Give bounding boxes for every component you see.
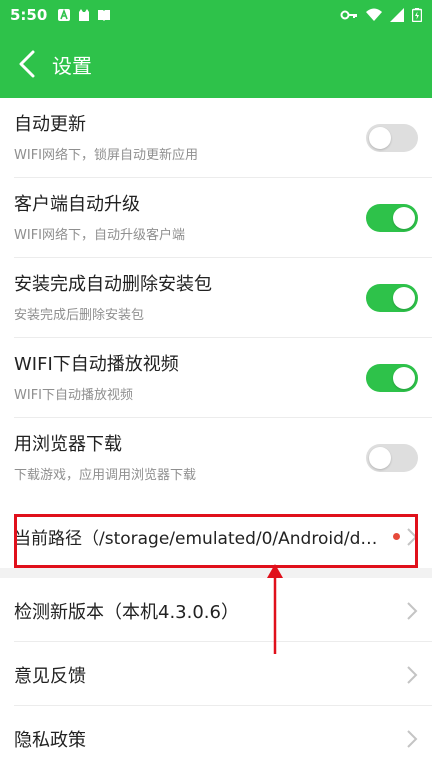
highlight-box — [14, 514, 418, 568]
notification-icons — [57, 8, 111, 22]
key-icon — [340, 10, 357, 20]
app-bar: 设置 — [0, 30, 432, 98]
setting-title: 安装完成自动删除安装包 — [14, 274, 212, 295]
annotation-arrow-icon — [267, 564, 283, 654]
setting-wifi-autoplay-video[interactable]: WIFI下自动播放视频 WIFI下自动播放视频 — [14, 338, 432, 418]
setting-subtitle: 安装完成后删除安装包 — [14, 308, 145, 323]
toggle-knob — [393, 207, 415, 229]
privacy-policy-label: 隐私政策 — [14, 730, 86, 751]
section-divider — [0, 568, 432, 578]
toggle-knob — [369, 127, 391, 149]
settings-toggle-list: 自动更新 WIFI网络下，锁屏自动更新应用 客户端自动升级 WIFI网络下，自动… — [0, 98, 432, 568]
wifi-icon — [366, 8, 382, 21]
toggle-knob — [393, 367, 415, 389]
setting-subtitle: 下载游戏，应用调用浏览器下载 — [14, 468, 197, 483]
toggle-knob — [393, 287, 415, 309]
setting-subtitle: WIFI下自动播放视频 — [14, 388, 133, 403]
back-arrow-icon — [19, 50, 35, 78]
auto-delete-package-toggle[interactable] — [366, 284, 418, 312]
check-new-version-label: 检测新版本（本机4.3.0.6） — [14, 602, 239, 623]
page-title: 设置 — [52, 53, 92, 78]
setting-auto-update[interactable]: 自动更新 WIFI网络下，锁屏自动更新应用 — [14, 98, 432, 178]
setting-auto-delete-package[interactable]: 安装完成自动删除安装包 安装完成后删除安装包 — [14, 258, 432, 338]
auto-update-toggle[interactable] — [366, 124, 418, 152]
setting-title: WIFI下自动播放视频 — [14, 354, 179, 375]
check-new-version-row[interactable]: 检测新版本（本机4.3.0.6） — [14, 578, 432, 642]
chevron-right-icon — [407, 730, 418, 748]
setting-client-auto-upgrade[interactable]: 客户端自动升级 WIFI网络下，自动升级客户端 — [14, 178, 432, 258]
feedback-row[interactable]: 意见反馈 — [14, 642, 432, 706]
setting-title: 客户端自动升级 — [14, 194, 140, 215]
status-bar: 5:50 — [0, 0, 432, 30]
signal-icon — [390, 8, 404, 22]
client-auto-upgrade-toggle[interactable] — [366, 204, 418, 232]
toggle-knob — [369, 447, 391, 469]
feedback-label: 意见反馈 — [14, 666, 86, 687]
back-button[interactable] — [14, 48, 40, 80]
cat-icon — [79, 9, 90, 21]
setting-subtitle: WIFI网络下，自动升级客户端 — [14, 228, 185, 243]
setting-subtitle: WIFI网络下，锁屏自动更新应用 — [14, 148, 198, 163]
status-right-icons — [340, 8, 422, 22]
chevron-right-icon — [407, 666, 418, 684]
setting-title: 用浏览器下载 — [14, 434, 122, 455]
settings-screen: 5:50 设置 自动更新 WIFI网络下，锁屏自动更新应用 客户端自动升级 WI… — [0, 0, 432, 768]
font-a-icon — [58, 8, 71, 21]
privacy-policy-row[interactable]: 隐私政策 — [14, 706, 432, 768]
setting-title: 自动更新 — [14, 114, 86, 135]
book-icon — [98, 10, 111, 21]
battery-icon — [412, 8, 422, 22]
status-time: 5:50 — [10, 6, 48, 24]
wifi-autoplay-video-toggle[interactable] — [366, 364, 418, 392]
setting-browser-download[interactable]: 用浏览器下载 下载游戏，应用调用浏览器下载 — [14, 418, 432, 498]
chevron-right-icon — [407, 602, 418, 620]
browser-download-toggle[interactable] — [366, 444, 418, 472]
